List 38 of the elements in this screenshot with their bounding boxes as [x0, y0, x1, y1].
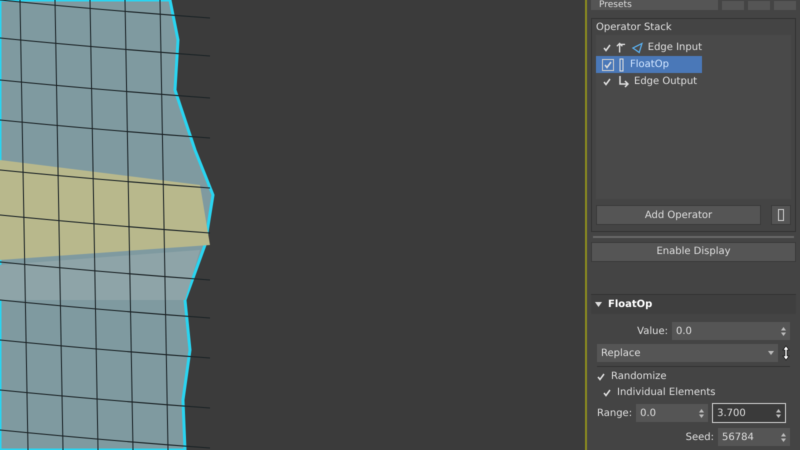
rollout-header[interactable]: FloatOp [591, 294, 796, 314]
spinner-arrows-icon [781, 432, 786, 442]
spinner-arrows-icon [699, 408, 704, 418]
checkmark-icon [603, 78, 611, 86]
resize-cursor-icon [782, 345, 790, 361]
splitter-handle[interactable] [593, 236, 794, 238]
range-label: Range: [597, 408, 632, 418]
mode-dropdown[interactable]: Replace [597, 344, 778, 362]
clipboard-button[interactable] [771, 205, 791, 225]
group-title: Operator Stack [596, 22, 673, 33]
checkmark-icon [604, 60, 612, 68]
value-label: Value: [637, 326, 668, 336]
checkbox[interactable] [602, 58, 614, 70]
presets-dropdown[interactable]: Presets [591, 0, 718, 10]
corner-arrow-icon [617, 76, 629, 88]
spinner-arrows-icon [776, 408, 782, 418]
individual-elements-checkbox[interactable]: Individual Elements [597, 387, 790, 398]
checkbox[interactable] [602, 42, 612, 52]
dropdown-caret-icon [768, 351, 774, 355]
value-field[interactable]: 0.0 [672, 322, 790, 340]
randomize-checkbox[interactable]: Randomize [597, 371, 790, 382]
seed-label: Seed: [686, 432, 714, 442]
checkmark-icon [602, 44, 611, 52]
triangle-icon [632, 42, 643, 54]
operator-item[interactable]: Edge Input [596, 39, 702, 56]
branch-arrow-icon [616, 42, 627, 54]
range-min-field[interactable]: 0.0 [636, 404, 708, 422]
operator-item[interactable]: FloatOp [596, 56, 702, 73]
collapse-icon [595, 300, 602, 308]
add-operator-button[interactable]: Add Operator [596, 205, 761, 225]
checkbox[interactable] [602, 76, 612, 86]
bar-icon [619, 58, 625, 72]
seed-field[interactable]: 56784 [718, 428, 790, 446]
range-max-field[interactable]: 3.700 [712, 403, 786, 423]
enable-display-button[interactable]: Enable Display [591, 242, 796, 262]
operator-item[interactable]: Edge Output [596, 73, 702, 90]
clipboard-icon [778, 209, 784, 221]
spinner-arrows-icon [781, 326, 786, 336]
